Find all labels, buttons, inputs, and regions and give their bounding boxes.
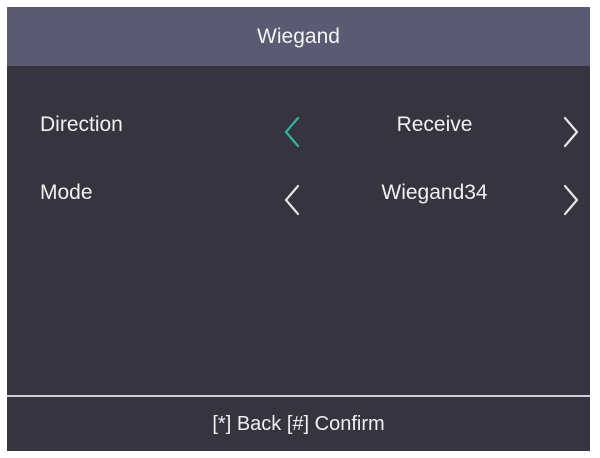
- direction-value: Receive: [396, 113, 473, 136]
- chevron-right-icon[interactable]: [560, 183, 582, 217]
- page-title: Wiegand: [257, 24, 340, 48]
- footer-bar: [*] Back [#] Confirm: [7, 397, 590, 451]
- setting-row-direction[interactable]: Direction Receive: [7, 107, 590, 157]
- device-screen: Wiegand Direction Receive Mode Wiegand34: [7, 7, 590, 451]
- chevron-right-icon[interactable]: [560, 115, 582, 149]
- title-bar: Wiegand: [7, 7, 590, 66]
- chevron-left-icon[interactable]: [281, 115, 303, 149]
- direction-label: Direction: [40, 113, 123, 136]
- key-hint-text: [*] Back [#] Confirm: [212, 412, 385, 435]
- mode-value: Wiegand34: [381, 181, 488, 204]
- chevron-left-icon[interactable]: [281, 183, 303, 217]
- mode-label: Mode: [40, 181, 93, 204]
- setting-row-mode[interactable]: Mode Wiegand34: [7, 175, 590, 225]
